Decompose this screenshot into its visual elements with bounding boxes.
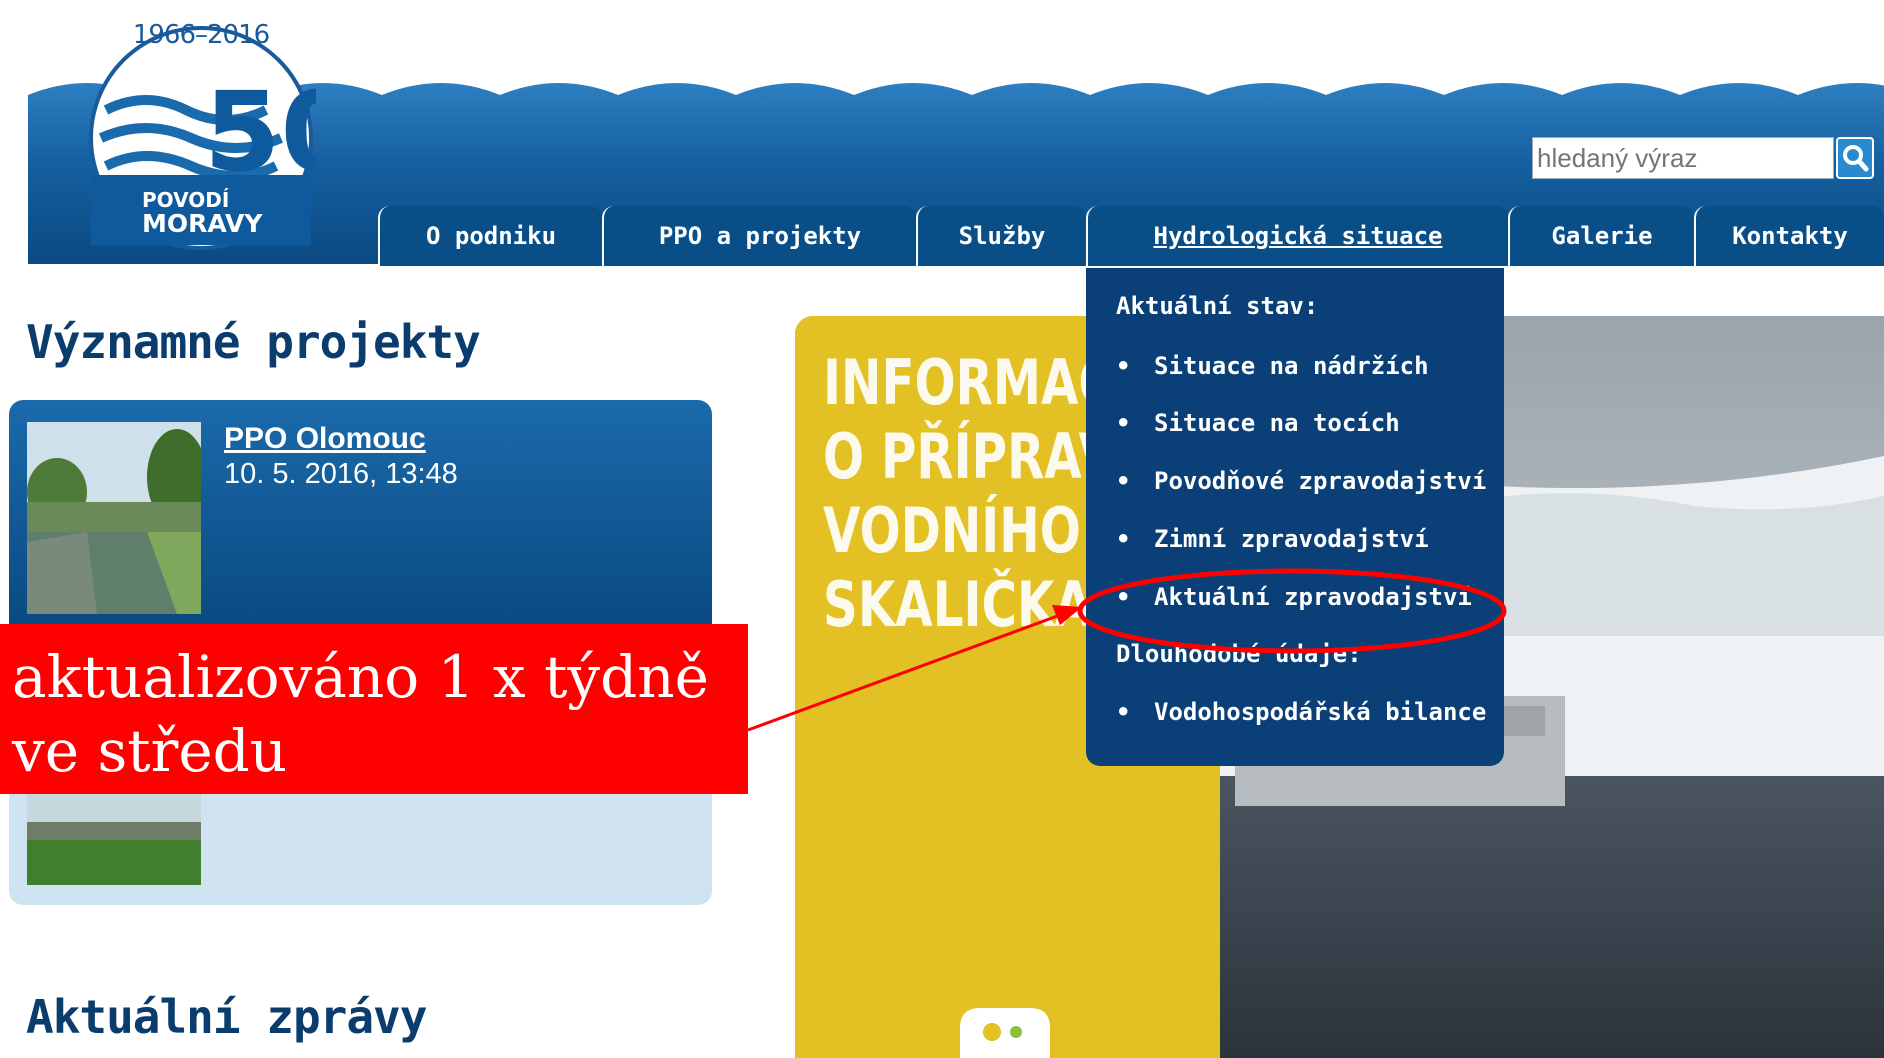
bullet-icon: • [1116, 352, 1131, 380]
dropdown-item-label: Zimní zpravodajství [1154, 525, 1429, 553]
nav-kontakty[interactable]: Kontakty [1694, 206, 1884, 266]
nav-sluzby[interactable]: Služby [916, 206, 1086, 266]
nav-label: PPO a projekty [658, 222, 862, 250]
dropdown-item-label: Aktuální zpravodajství [1154, 583, 1472, 611]
bullet-icon: • [1116, 698, 1131, 726]
dropdown-item-vodohospodarska-bilance[interactable]: • Vodohospodářská bilance [1116, 698, 1486, 726]
nav-hydrologicka-situace[interactable]: Hydrologická situace [1086, 206, 1508, 266]
annotation-callout: aktualizováno 1 x týdně ve středu [0, 624, 748, 794]
dropdown-item-situace-na-nadrzich[interactable]: • Situace na nádržích [1116, 352, 1429, 380]
dropdown-item-povodnove-zpravodajstvi[interactable]: • Povodňové zpravodajství [1116, 467, 1486, 495]
logo-years: 1966–2016 [132, 20, 270, 50]
project-card[interactable]: PPO Olomouc 10. 5. 2016, 13:48 [9, 400, 712, 625]
slider-dots[interactable] [960, 1008, 1050, 1058]
section-title-news: Aktuální zprávy [26, 990, 427, 1044]
nav-galerie[interactable]: Galerie [1508, 206, 1694, 266]
slider-dot-active[interactable] [983, 1023, 1001, 1041]
search-icon [1843, 145, 1869, 172]
nav-label: O podniku [425, 222, 557, 250]
dropdown-item-label: Situace na tocích [1154, 409, 1400, 437]
site-header: 50 1966–2016 POVODÍ MORAVY O podniku PPO… [0, 0, 1884, 270]
project-thumbnail[interactable] [27, 422, 201, 614]
dropdown-item-label: Vodohospodářská bilance [1154, 698, 1487, 726]
logo[interactable]: 50 1966–2016 POVODÍ MORAVY [86, 10, 357, 260]
bullet-icon: • [1116, 583, 1131, 611]
project-date: 10. 5. 2016, 13:48 [224, 458, 458, 490]
project-thumbnail-2[interactable] [27, 792, 201, 885]
slider-dot[interactable] [1010, 1026, 1022, 1038]
dropdown-item-aktualni-zpravodajstvi[interactable]: • Aktuální zpravodajství [1116, 583, 1472, 611]
dropdown-item-label: Situace na nádržích [1154, 352, 1429, 380]
hydrology-dropdown-menu: Aktuální stav: • Situace na nádržích • Sit… [1086, 268, 1504, 766]
nav-o-podniku[interactable]: O podniku [378, 206, 602, 266]
search-button[interactable] [1836, 137, 1874, 179]
nav-label: Hydrologická situace [1153, 222, 1443, 250]
bullet-icon: • [1116, 409, 1131, 437]
annotation-text: aktualizováno 1 x týdně ve středu [12, 643, 709, 785]
section-title-projects: Významné projekty [26, 315, 481, 369]
dropdown-heading-current: Aktuální stav: [1116, 292, 1319, 320]
project-title-link[interactable]: PPO Olomouc [224, 422, 426, 456]
dropdown-item-label: Povodňové zpravodajství [1154, 467, 1487, 495]
logo-name: POVODÍ MORAVY [142, 188, 262, 236]
dropdown-item-zimni-zpravodajstvi[interactable]: • Zimní zpravodajství [1116, 525, 1429, 553]
logo-name-line2: MORAVY [142, 209, 263, 238]
search-input[interactable] [1532, 137, 1834, 179]
dropdown-item-situace-na-tocich[interactable]: • Situace na tocích [1116, 409, 1400, 437]
nav-label: Galerie [1551, 222, 1653, 250]
logo-number: 50 [204, 68, 316, 196]
nav-label: Kontakty [1732, 222, 1848, 250]
nav-ppo-a-projekty[interactable]: PPO a projekty [602, 206, 916, 266]
bullet-icon: • [1116, 467, 1131, 495]
dropdown-heading-longterm: Dlouhodobé údaje: [1116, 640, 1362, 668]
nav-label: Služby [958, 222, 1046, 250]
bullet-icon: • [1116, 525, 1131, 553]
